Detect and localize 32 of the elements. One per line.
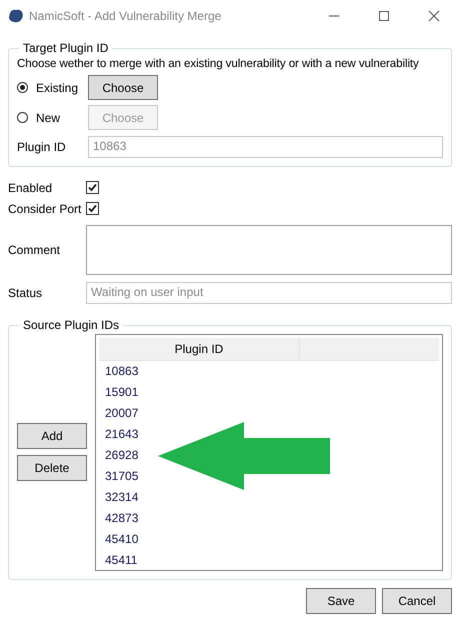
choose-button[interactable]: Choose (88, 75, 158, 100)
field-label: Status (8, 286, 44, 300)
list-item[interactable]: 26928 (99, 445, 138, 466)
list-action-button[interactable]: Add (17, 422, 87, 448)
app-logo-icon (8, 8, 24, 22)
checkbox-label: Enabled (8, 180, 54, 194)
comment-field[interactable] (86, 225, 452, 275)
group-title: Source Plugin IDs (22, 318, 120, 332)
window-title: NamicSoft - Add Vulnerability Merge (29, 8, 222, 22)
list-item[interactable]: 45411 (99, 550, 138, 571)
maximize-icon[interactable] (378, 10, 390, 22)
checkbox-label: Consider Port (8, 202, 82, 216)
dialog-button[interactable]: Cancel (382, 588, 452, 614)
list-action-button[interactable]: Delete (17, 454, 87, 480)
list-item[interactable]: 21643 (99, 424, 138, 445)
checkbox[interactable] (86, 181, 99, 194)
radio-option[interactable]: Existing (17, 80, 88, 94)
group-title: Target Plugin ID (22, 41, 110, 55)
list-item[interactable]: 32314 (99, 487, 138, 508)
close-icon[interactable] (428, 10, 440, 22)
list-item[interactable]: 15901 (99, 382, 138, 403)
status-field: Waiting on user input (86, 282, 452, 304)
list-item[interactable]: 10863 (99, 361, 138, 382)
list-item[interactable]: 42873 (99, 508, 138, 529)
list-item[interactable]: 31705 (99, 466, 138, 487)
dialog-button[interactable]: Save (306, 588, 376, 614)
list-item[interactable]: 45410 (99, 529, 138, 550)
instruction-text: Choose wether to merge with an existing vulnerability or with a new vulnerability (17, 57, 420, 70)
list-item[interactable]: 20007 (99, 403, 138, 424)
field-label: Plugin ID (17, 140, 67, 154)
checkbox[interactable] (86, 202, 99, 215)
field-label: Comment (8, 243, 62, 257)
